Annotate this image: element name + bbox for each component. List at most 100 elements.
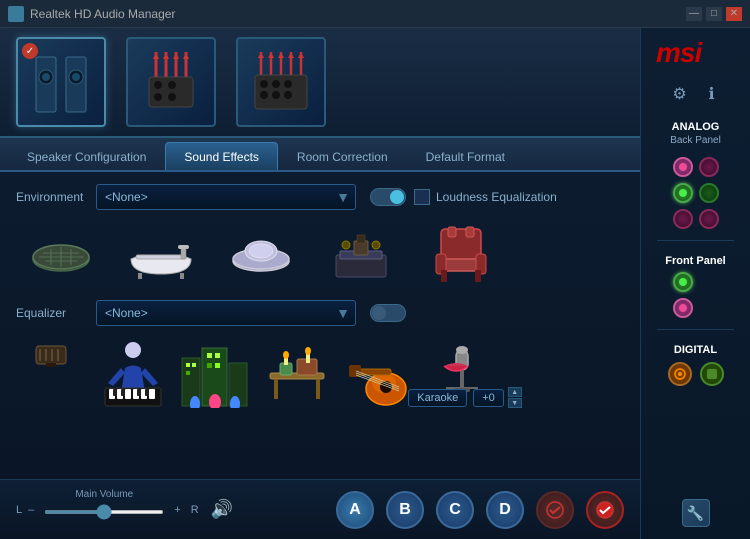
action-a-button[interactable]: A xyxy=(336,491,374,529)
cables-svg xyxy=(141,47,201,117)
environment-toggle[interactable] xyxy=(370,188,406,206)
speaker-icon: 🔊 xyxy=(211,499,233,520)
divider-1 xyxy=(657,240,735,241)
env-auditorium-icon[interactable] xyxy=(226,224,296,284)
karaoke-spinner[interactable]: ▲ ▼ xyxy=(508,387,522,408)
eq-toggle-thumb xyxy=(372,306,386,320)
equalizer-row: Equalizer <None> ▼ xyxy=(16,300,624,326)
equalizer-dropdown[interactable]: <None> xyxy=(96,300,356,326)
back-jack-pink2[interactable] xyxy=(699,157,719,177)
l-label: L xyxy=(16,504,22,516)
loudness-checkbox[interactable] xyxy=(414,189,430,205)
window-title: Realtek HD Audio Manager xyxy=(30,7,686,21)
env-stone-icon[interactable] xyxy=(26,224,96,284)
minimize-button[interactable]: — xyxy=(686,7,702,21)
title-bar: Realtek HD Audio Manager — □ ✕ xyxy=(0,0,750,28)
front-panel-jacks-row2 xyxy=(673,298,719,318)
back-jack-pink1[interactable] xyxy=(673,157,693,177)
msi-logo: msi xyxy=(656,36,736,73)
main-container: ✓ xyxy=(0,28,750,539)
confirm-button[interactable] xyxy=(536,491,574,529)
speaker-6ch-icon[interactable] xyxy=(236,37,326,127)
environment-dropdown-container: <None> ▼ xyxy=(96,184,356,210)
spdif-in-icon[interactable] xyxy=(700,362,724,386)
left-area: ✓ xyxy=(0,28,640,539)
karaoke-controls: Karaoke +0 ▲ ▼ xyxy=(434,387,496,408)
r-label: R xyxy=(191,504,199,516)
back-jack-pink3[interactable] xyxy=(673,209,693,229)
action-d-button[interactable]: D xyxy=(486,491,524,529)
front-empty-slot2 xyxy=(699,298,719,318)
cancel-button[interactable] xyxy=(586,491,624,529)
speaker-svg xyxy=(31,47,91,117)
back-panel-jacks-row1 xyxy=(673,157,719,177)
karaoke-down-button[interactable]: ▼ xyxy=(508,398,522,408)
digital-label: DIGITAL xyxy=(674,344,717,356)
eq-jazz-icon[interactable] xyxy=(98,338,168,408)
environment-dropdown[interactable]: <None> xyxy=(96,184,356,210)
minus-label: – xyxy=(28,504,34,516)
front-panel-jacks-row1 xyxy=(673,272,719,292)
content-area: Environment <None> ▼ Loudness Equalizati… xyxy=(0,172,640,479)
tab-sound-effects[interactable]: Sound Effects xyxy=(165,142,278,170)
action-b-button[interactable]: B xyxy=(386,491,424,529)
app-icon xyxy=(8,6,24,22)
bottom-bar: L – Main Volume + R 🔊 A B C D xyxy=(0,479,640,539)
back-jack-green1[interactable] xyxy=(673,183,693,203)
eq-icons-row: Karaoke +0 ▲ ▼ xyxy=(16,338,624,408)
back-jack-pink4[interactable] xyxy=(699,209,719,229)
environment-row: Environment <None> ▼ Loudness Equalizati… xyxy=(16,184,624,210)
speaker-4ch-icon[interactable] xyxy=(126,37,216,127)
right-panel: msi ⚙ ℹ ANALOG Back Panel Front Panel xyxy=(640,28,750,539)
svg-text:msi: msi xyxy=(656,37,703,66)
tabs-bar: Speaker Configuration Sound Effects Room… xyxy=(0,138,640,172)
front-jack-green[interactable] xyxy=(673,272,693,292)
tab-speaker-configuration[interactable]: Speaker Configuration xyxy=(8,142,165,170)
back-panel-label: Back Panel xyxy=(670,135,721,146)
wrench-icon: 🔧 xyxy=(687,505,704,522)
back-jack-green2[interactable] xyxy=(699,183,719,203)
cables6-svg xyxy=(251,47,311,117)
environment-label: Environment xyxy=(16,190,96,204)
tab-room-correction[interactable]: Room Correction xyxy=(278,142,407,170)
volume-section: L – Main Volume + R 🔊 xyxy=(16,499,324,520)
maximize-button[interactable]: □ xyxy=(706,7,722,21)
active-checkmark: ✓ xyxy=(22,43,38,59)
back-panel-jacks-row3 xyxy=(673,209,719,229)
karaoke-value: +0 xyxy=(473,389,504,407)
front-jack-pink[interactable] xyxy=(673,298,693,318)
settings-icons-row: ⚙ ℹ xyxy=(669,83,723,105)
volume-label: Main Volume xyxy=(75,489,133,500)
eq-rock-icon[interactable] xyxy=(16,338,86,408)
analog-label: ANALOG xyxy=(672,121,720,133)
tab-default-format[interactable]: Default Format xyxy=(407,142,524,170)
env-concert-hall-icon[interactable] xyxy=(326,224,396,284)
back-panel-jacks-row2 xyxy=(673,183,719,203)
digital-section: DIGITAL xyxy=(647,338,744,386)
loudness-label: Loudness Equalization xyxy=(436,190,557,204)
eq-pop-icon[interactable] xyxy=(180,338,250,408)
env-stone-corridor-icon[interactable] xyxy=(426,224,496,284)
eq-guitar-icon[interactable] xyxy=(344,338,414,408)
divider-2 xyxy=(657,329,735,330)
action-c-button[interactable]: C xyxy=(436,491,474,529)
front-panel-label: Front Panel xyxy=(665,255,726,267)
spdif-out-icon[interactable] xyxy=(668,362,692,386)
env-bathroom-icon[interactable] xyxy=(126,224,196,284)
speaker-2ch-icon[interactable]: ✓ xyxy=(16,37,106,127)
equalizer-label: Equalizer xyxy=(16,306,96,320)
plus-label: + xyxy=(174,504,180,516)
eq-karaoke-icon[interactable]: Karaoke +0 ▲ ▼ xyxy=(426,338,496,408)
settings-icon[interactable]: ⚙ xyxy=(669,83,691,105)
close-button[interactable]: ✕ xyxy=(726,7,742,21)
wrench-button[interactable]: 🔧 xyxy=(682,499,710,527)
info-icon[interactable]: ℹ xyxy=(701,83,723,105)
eq-classical-icon[interactable] xyxy=(262,338,332,408)
equalizer-toggle[interactable] xyxy=(370,304,406,322)
karaoke-up-button[interactable]: ▲ xyxy=(508,387,522,397)
volume-container: Main Volume xyxy=(44,503,164,517)
karaoke-label: Karaoke xyxy=(408,389,467,407)
digital-icons xyxy=(668,362,724,386)
toggle-thumb xyxy=(390,190,404,204)
volume-slider[interactable] xyxy=(44,510,164,514)
